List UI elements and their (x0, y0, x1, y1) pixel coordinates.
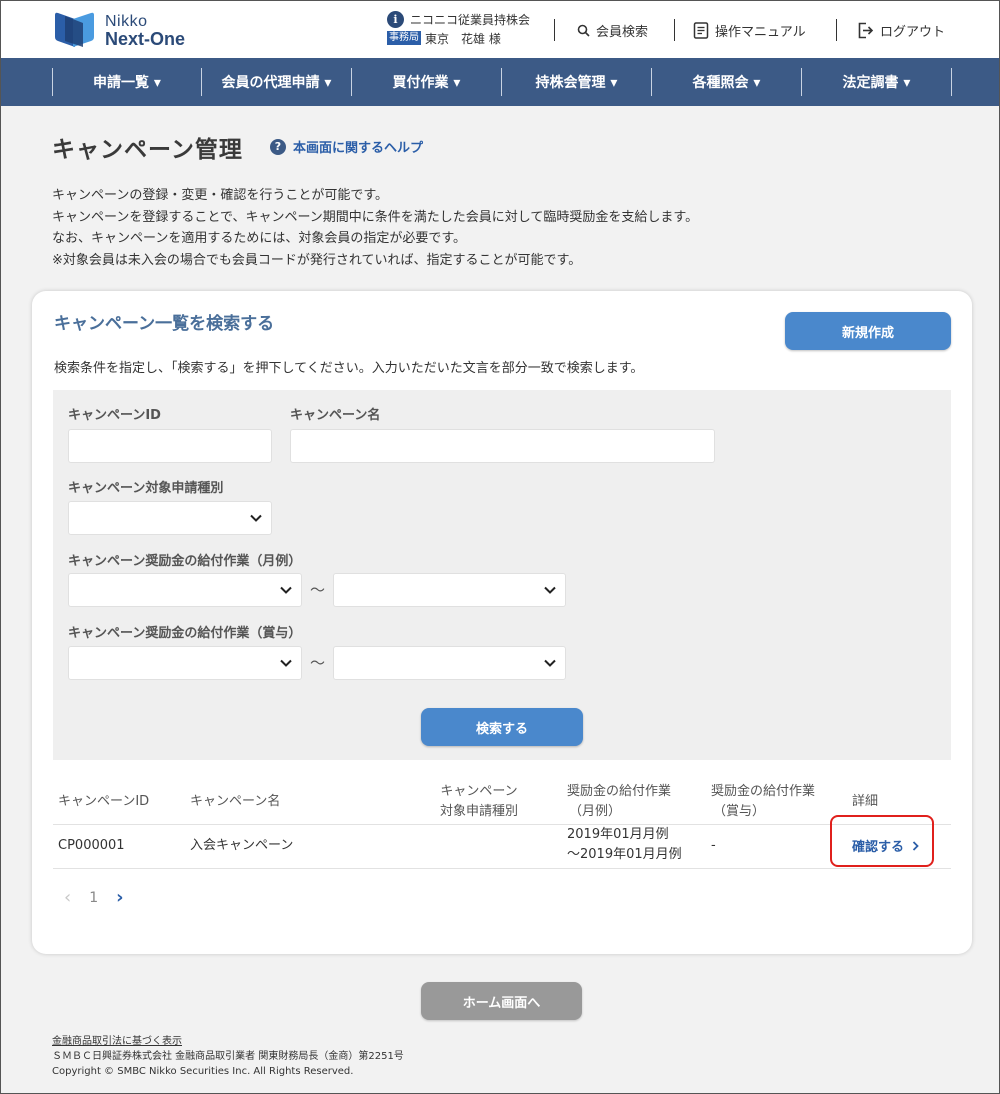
chevron-down-icon (280, 586, 292, 594)
header-divider (836, 19, 837, 41)
column-header-name: キャンペーン名 (190, 794, 281, 809)
campaign-name-label: キャンペーン名 (290, 408, 381, 423)
column-header-type-line2: 対象申請種別 (440, 804, 519, 819)
search-form: キャンペーンID キャンペーン名 キャンペーン対象申請種別 キャンペーン奨励金の… (53, 390, 951, 760)
column-header-monthly-line1: 奨励金の給付作業 (567, 784, 672, 799)
confirm-link[interactable]: 確認する (852, 836, 919, 855)
logout-link[interactable]: ログアウト (857, 21, 945, 40)
logout-label: ログアウト (880, 25, 946, 40)
nav-item-applications[interactable]: 申請一覧 ▾ (53, 58, 201, 106)
column-header-detail: 詳細 (852, 794, 879, 809)
copyright: Copyright © SMBC Nikko Securities Inc. A… (52, 1066, 354, 1077)
column-header-bonus: 奨励金の給付作業 （賞与） (711, 782, 815, 822)
monthly-to-select[interactable] (333, 573, 566, 607)
column-header-monthly-line2: （月例） (569, 804, 622, 819)
search-button[interactable]: 検索する (421, 708, 583, 746)
company-registration: ＳＭＢＣ日興証券株式会社 金融商品取引業者 関東財務局長（金商）第2251号 (52, 1051, 404, 1062)
column-header-monthly: 奨励金の給付作業 （月例） (567, 782, 671, 822)
table-divider (53, 868, 951, 869)
description-line: ※対象会員は未入会の場合でも会員コードが発行されていれば、指定することが可能です… (52, 252, 582, 268)
help-link[interactable]: ? 本画面に関するヘルプ (270, 137, 423, 156)
monthly-label: キャンペーン奨励金の給付作業（月例） (68, 554, 302, 569)
header: Nikko Next-One i ニコニコ従業員持株会 事務局 東京 花雄 様 … (1, 1, 999, 58)
page-title: キャンペーン管理 (52, 137, 243, 163)
nav-item-inquiries[interactable]: 各種照会 ▾ (652, 58, 801, 106)
cell-monthly-line2: ～2019年01月月例 (567, 847, 682, 862)
nav-item-association-management[interactable]: 持株会管理 ▾ (502, 58, 651, 106)
cell-monthly: 2019年01月月例 ～2019年01月月例 (567, 825, 682, 865)
role-badge: 事務局 (387, 31, 421, 45)
association-name: ニコニコ従業員持株会 (410, 12, 531, 27)
legal-disclosure-link[interactable]: 金融商品取引法に基づく表示 (52, 1034, 404, 1049)
nav-item-purchase-work[interactable]: 買付作業 ▾ (352, 58, 501, 106)
main-nav: 申請一覧 ▾ 会員の代理申請 ▾ 買付作業 ▾ 持株会管理 ▾ 各種照会 ▾ 法… (1, 58, 999, 106)
prev-page-button[interactable]: ‹ (64, 887, 71, 908)
footer: 金融商品取引法に基づく表示 ＳＭＢＣ日興証券株式会社 金融商品取引業者 関東財務… (52, 1034, 404, 1079)
home-button[interactable]: ホーム画面へ (421, 982, 582, 1020)
column-header-type: キャンペーン 対象申請種別 (440, 782, 518, 822)
bonus-from-select[interactable] (68, 646, 302, 680)
range-separator: 〜 (310, 654, 326, 672)
target-type-label: キャンペーン対象申請種別 (68, 481, 224, 496)
help-icon: ? (270, 138, 286, 155)
nav-item-proxy-application[interactable]: 会員の代理申請 ▾ (202, 58, 351, 106)
cell-campaign-id: CP000001 (58, 838, 125, 853)
campaign-name-input[interactable] (290, 429, 715, 463)
chevron-down-icon (280, 659, 292, 667)
confirm-link-label: 確認する (852, 840, 905, 855)
column-header-type-line1: キャンペーン (440, 784, 518, 799)
column-header-id: キャンペーンID (58, 794, 150, 809)
new-campaign-button[interactable]: 新規作成 (785, 312, 951, 350)
column-header-bonus-line2: （賞与） (713, 804, 766, 819)
target-type-select[interactable] (68, 501, 272, 535)
manual-label: 操作マニュアル (715, 25, 806, 40)
manual-link[interactable]: 操作マニュアル (693, 21, 806, 40)
manual-icon (693, 22, 709, 39)
nikko-logo[interactable]: Nikko Next-One (53, 11, 213, 51)
pagination: ‹ 1 › (64, 887, 124, 908)
current-page[interactable]: 1 (89, 890, 98, 906)
bonus-to-select[interactable] (333, 646, 566, 680)
nav-item-legal-reports[interactable]: 法定調書 ▾ (802, 58, 951, 106)
member-search-label: 会員検索 (596, 25, 649, 40)
description-line: キャンペーンを登録することで、キャンペーン期間中に条件を満たした会員に対して臨時… (52, 209, 699, 225)
logo-text-next-one: Next-One (105, 29, 186, 49)
chevron-right-icon (912, 840, 919, 851)
monthly-from-select[interactable] (68, 573, 302, 607)
campaign-search-card: キャンペーン一覧を検索する 新規作成 検索条件を指定し、「検索する」を押下してく… (32, 291, 972, 954)
search-instructions: 検索条件を指定し、「検索する」を押下してください。入力いただいた文言を部分一致で… (54, 361, 644, 376)
search-icon (577, 24, 590, 37)
header-divider (554, 19, 555, 41)
member-search-link[interactable]: 会員検索 (577, 21, 648, 40)
logo-mark-icon (55, 12, 94, 47)
next-page-button[interactable]: › (116, 887, 123, 908)
page-description: キャンペーンの登録・変更・確認を行うことが可能です。 キャンペーンを登録すること… (52, 185, 698, 271)
help-label: 本画面に関するヘルプ (293, 141, 424, 156)
bonus-label: キャンペーン奨励金の給付作業（賞与） (68, 626, 302, 641)
chevron-down-icon (250, 514, 262, 522)
column-header-bonus-line1: 奨励金の給付作業 (711, 784, 816, 799)
header-divider (674, 19, 675, 41)
chevron-down-icon (544, 586, 556, 594)
search-section-title: キャンペーン一覧を検索する (54, 314, 275, 334)
nav-divider (951, 68, 952, 96)
user-name: 東京 花雄 様 (425, 31, 501, 46)
campaign-id-input[interactable] (68, 429, 272, 463)
cell-campaign-name: 入会キャンペーン (190, 838, 294, 853)
description-line: なお、キャンペーンを適用するためには、対象会員の指定が必要です。 (52, 231, 467, 246)
description-line: キャンペーンの登録・変更・確認を行うことが可能です。 (52, 188, 389, 203)
logout-icon (858, 22, 874, 39)
info-icon: i (387, 10, 404, 28)
cell-bonus: - (711, 838, 716, 853)
table-divider (53, 824, 951, 825)
chevron-down-icon (544, 659, 556, 667)
campaign-id-label: キャンペーンID (68, 408, 161, 423)
user-info: i ニコニコ従業員持株会 事務局 東京 花雄 様 (387, 10, 530, 46)
range-separator: 〜 (310, 581, 326, 599)
cell-monthly-line1: 2019年01月月例 (567, 827, 669, 842)
